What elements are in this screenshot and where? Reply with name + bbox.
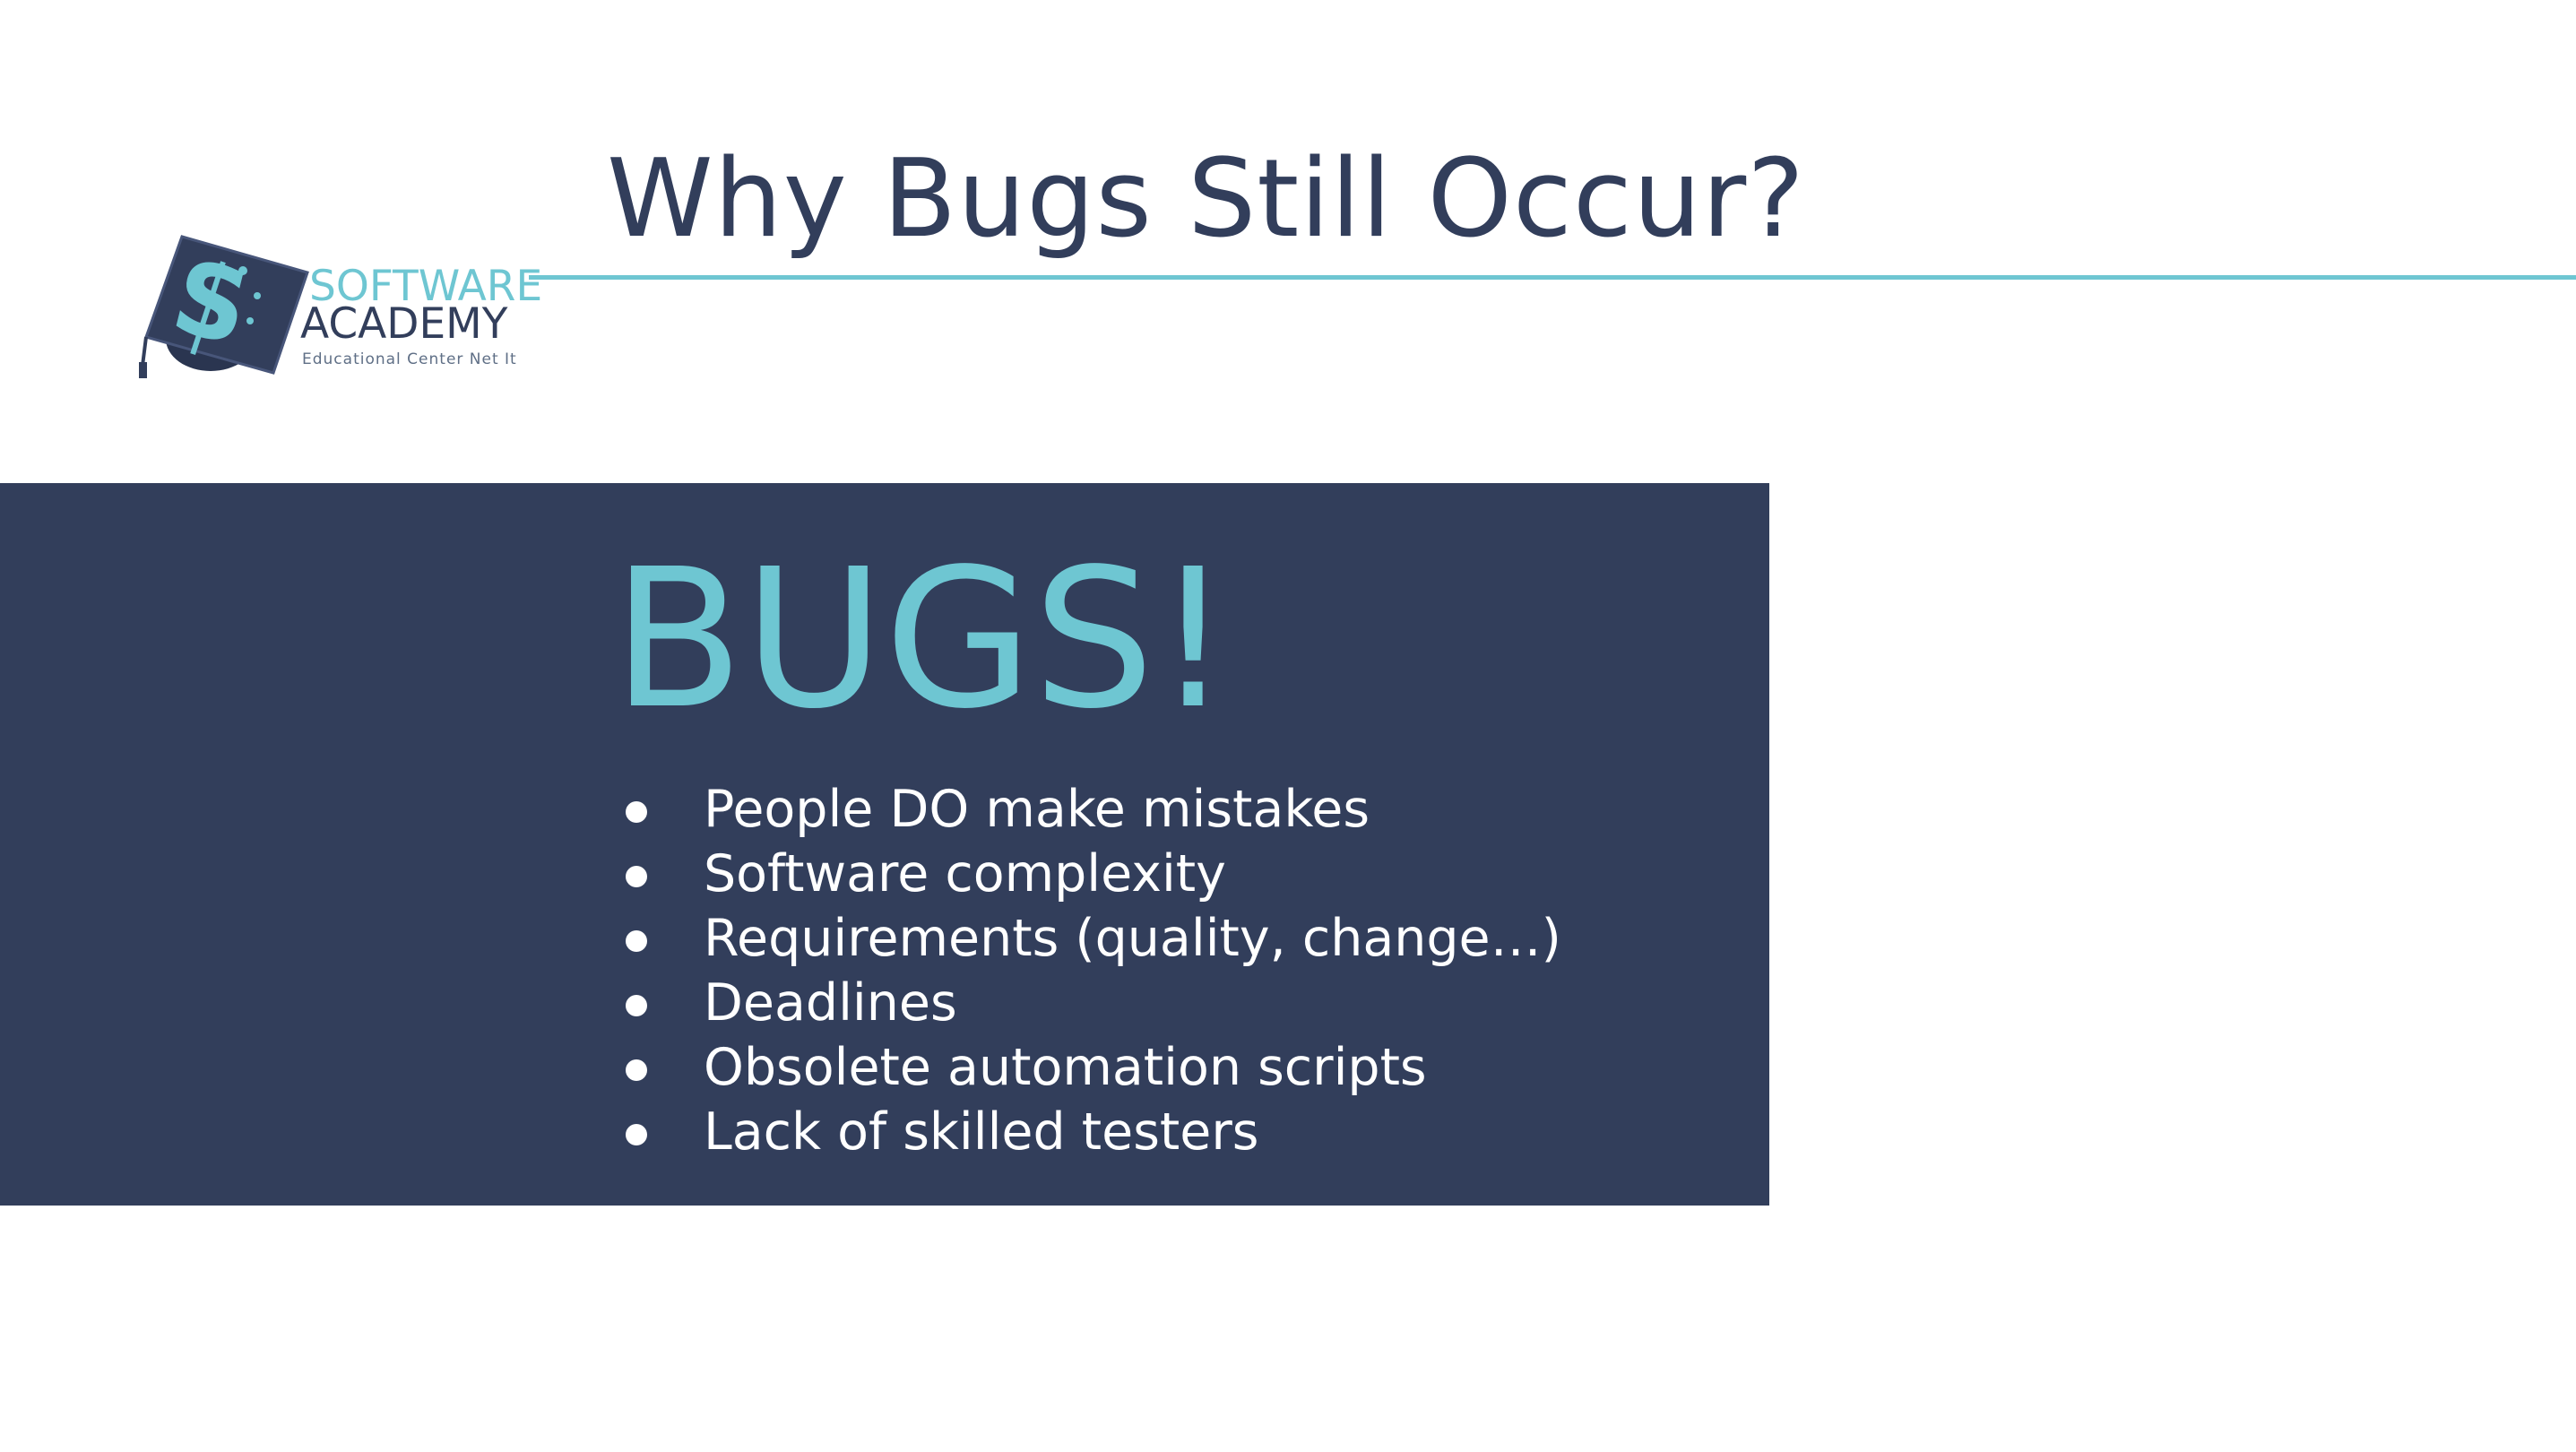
bullet-item: Requirements (quality, change…) bbox=[618, 906, 1561, 971]
bullet-item: Software complexity bbox=[618, 842, 1561, 906]
bullet-item: Obsolete automation scripts bbox=[618, 1035, 1561, 1100]
software-academy-logo: S SOFTWARE ACADEMY Educational Center Ne… bbox=[139, 231, 569, 384]
bullet-item: Deadlines bbox=[618, 971, 1561, 1035]
bullet-item: People DO make mistakes bbox=[618, 777, 1561, 842]
bullet-dot-icon bbox=[626, 866, 647, 887]
logo-text-academy: ACADEMY bbox=[300, 299, 508, 349]
graduation-cap-dollar-icon: S bbox=[139, 235, 309, 378]
bullet-text: People DO make mistakes bbox=[704, 780, 1370, 839]
bullet-list: People DO make mistakes Software complex… bbox=[618, 777, 1561, 1164]
slide-title: Why Bugs Still Occur? bbox=[607, 137, 1805, 262]
bullet-dot-icon bbox=[626, 1059, 647, 1081]
bullet-item: Lack of skilled testers bbox=[618, 1100, 1561, 1164]
title-underline bbox=[529, 275, 2576, 280]
bullet-text: Obsolete automation scripts bbox=[704, 1038, 1427, 1097]
panel-heading: BUGS! bbox=[612, 528, 1232, 751]
bullet-text: Deadlines bbox=[704, 973, 957, 1033]
bullet-text: Software complexity bbox=[704, 844, 1226, 903]
bullet-dot-icon bbox=[626, 930, 647, 952]
bullet-dot-icon bbox=[626, 1124, 647, 1145]
bullet-dot-icon bbox=[626, 801, 647, 823]
bullet-dot-icon bbox=[626, 995, 647, 1016]
logo-tagline: Educational Center Net It bbox=[302, 350, 517, 368]
bullet-text: Requirements (quality, change…) bbox=[704, 909, 1561, 968]
bullet-text: Lack of skilled testers bbox=[704, 1102, 1259, 1162]
slide: Why Bugs Still Occur? S SOFTWARE ACADEMY… bbox=[0, 0, 2576, 1452]
bugs-panel: BUGS! People DO make mistakes Software c… bbox=[0, 483, 1769, 1206]
